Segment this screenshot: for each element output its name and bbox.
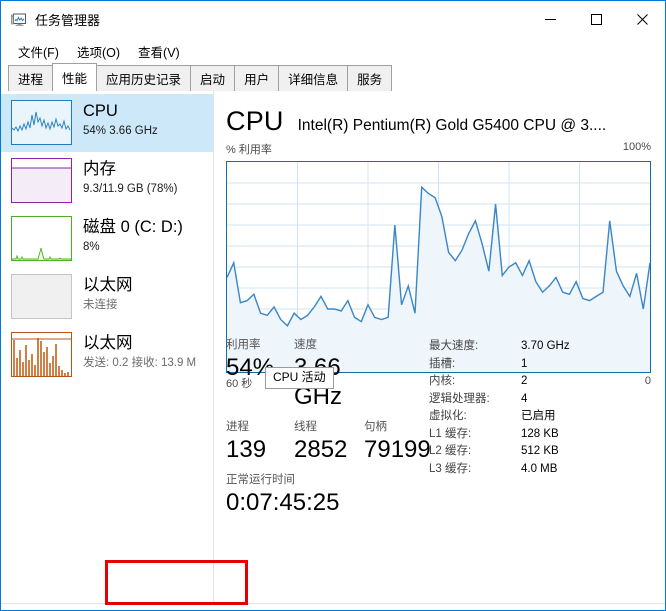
- menu-file[interactable]: 文件(F): [9, 40, 68, 63]
- tab-details[interactable]: 详细信息: [278, 65, 349, 91]
- footer-bar: 简略信息(D) 打开资源监视器: [1, 603, 665, 610]
- menu-options[interactable]: 选项(O): [68, 40, 129, 63]
- detail-value-virtualization: 已启用: [521, 410, 556, 422]
- cpu-model-name: Intel(R) Pentium(R) Gold G5400 CPU @ 3..…: [297, 117, 607, 134]
- stat-labels-row2: 进程 线程 句柄: [226, 420, 421, 435]
- label-uptime: 正常运行时间: [226, 474, 295, 486]
- stat-labels-row1: 利用率 速度: [226, 338, 421, 353]
- label-utilization: 利用率: [226, 339, 261, 351]
- sidebar-disk-texts: 磁盘 0 (C: D:) 8%: [83, 216, 183, 255]
- sidebar-cpu-title: CPU: [83, 102, 118, 120]
- value-processes: 139: [226, 436, 267, 463]
- detail-value-l2-cache: 512 KB: [521, 445, 559, 457]
- ethernet-active-thumbnail-graph: [11, 332, 72, 377]
- memory-thumbnail-graph: [11, 158, 72, 203]
- disk-thumbnail-graph: [11, 216, 72, 261]
- cpu-stats-details: 最大速度: 3.70 GHz 插槽: 1 内核: 2 逻辑处理器: 4 虚拟化:…: [421, 338, 655, 526]
- detail-value-l1-cache: 128 KB: [521, 427, 559, 440]
- detail-value-cores: 2: [521, 375, 528, 387]
- detail-row-l2-cache: L2 缓存: 512 KB: [429, 443, 655, 461]
- cpu-activity-tooltip: CPU 活动: [265, 367, 334, 389]
- detail-row-logical-processors: 逻辑处理器: 4: [429, 391, 655, 409]
- sidebar-item-cpu[interactable]: CPU 54% 3.66 GHz: [1, 94, 213, 152]
- sidebar-item-ethernet-disconnected[interactable]: 以太网 未连接: [1, 268, 213, 326]
- stat-values-row3: 0:07:45:25: [226, 488, 421, 517]
- maximize-button[interactable]: [573, 1, 619, 38]
- detail-key-l3-cache: L3 缓存:: [429, 462, 472, 475]
- stat-group-uptime: 正常运行时间 0:07:45:25: [226, 473, 421, 517]
- detail-key-logical-processors: 逻辑处理器:: [429, 392, 490, 405]
- sidebar-item-memory[interactable]: 内存 9.3/11.9 GB (78%): [1, 152, 213, 210]
- sidebar-cpu-sub: 54% 3.66 GHz: [83, 125, 158, 137]
- content-area: CPU 54% 3.66 GHz 内存 9.3/11.9 GB (78%) 磁盘…: [1, 91, 665, 603]
- task-manager-icon: [11, 12, 27, 28]
- detail-key-l2-cache: L2 缓存:: [429, 445, 472, 457]
- sidebar-ethernet1-title: 以太网: [83, 276, 133, 294]
- close-button[interactable]: [619, 1, 665, 38]
- detail-row-max-speed: 最大速度: 3.70 GHz: [429, 338, 655, 356]
- value-threads: 2852: [294, 436, 348, 463]
- detail-row-cores: 内核: 2: [429, 373, 655, 391]
- tab-users[interactable]: 用户: [234, 65, 280, 91]
- sidebar-disk-title: 磁盘 0 (C: D:): [83, 218, 183, 236]
- sidebar-item-disk-0[interactable]: 磁盘 0 (C: D:) 8%: [1, 210, 213, 268]
- sidebar-ethernet2-title: 以太网: [83, 334, 133, 352]
- detail-key-cores: 内核:: [429, 375, 456, 387]
- cpu-header: CPU Intel(R) Pentium(R) Gold G5400 CPU @…: [214, 91, 665, 137]
- page-title: CPU: [226, 106, 284, 136]
- detail-key-sockets: 插槽:: [429, 357, 456, 370]
- detail-key-virtualization: 虚拟化:: [429, 410, 467, 422]
- window-controls: [527, 1, 665, 38]
- detail-value-max-speed: 3.70 GHz: [521, 340, 570, 352]
- tab-services[interactable]: 服务: [347, 65, 393, 91]
- task-manager-window: 任务管理器 文件(F) 选项(O) 查看(V) 进程 性能 应用历史记录 启动 …: [0, 0, 666, 611]
- cpu-detail-panel: CPU Intel(R) Pentium(R) Gold G5400 CPU @…: [214, 91, 665, 603]
- tab-startup[interactable]: 启动: [190, 65, 236, 91]
- cpu-thumbnail-graph: [11, 100, 72, 145]
- sidebar-item-ethernet-active[interactable]: 以太网 发送: 0.2 接收: 13.9 M: [1, 326, 213, 384]
- label-speed: 速度: [294, 339, 317, 351]
- sidebar-cpu-texts: CPU 54% 3.66 GHz: [83, 100, 158, 139]
- menu-view[interactable]: 查看(V): [129, 40, 189, 63]
- performance-sidebar: CPU 54% 3.66 GHz 内存 9.3/11.9 GB (78%) 磁盘…: [1, 91, 214, 603]
- detail-row-sockets: 插槽: 1: [429, 356, 655, 374]
- menu-bar: 文件(F) 选项(O) 查看(V): [1, 39, 665, 63]
- sidebar-ethernet2-sub: 发送: 0.2 接收: 13.9 M: [83, 357, 197, 369]
- graph-axis-labels: % 利用率 100%: [214, 137, 665, 157]
- window-title: 任务管理器: [35, 12, 101, 28]
- ethernet-disconnected-thumbnail-graph: [11, 274, 72, 319]
- tab-strip: 进程 性能 应用历史记录 启动 用户 详细信息 服务: [1, 63, 665, 91]
- sidebar-ethernet1-texts: 以太网 未连接: [83, 274, 133, 313]
- detail-row-l1-cache: L1 缓存: 128 KB: [429, 426, 655, 444]
- sidebar-memory-title: 内存: [83, 160, 116, 178]
- detail-value-l3-cache: 4.0 MB: [521, 462, 558, 475]
- title-bar: 任务管理器: [1, 1, 665, 39]
- tab-processes[interactable]: 进程: [8, 65, 54, 91]
- sidebar-ethernet2-texts: 以太网 发送: 0.2 接收: 13.9 M: [83, 332, 196, 371]
- value-uptime: 0:07:45:25: [226, 489, 340, 516]
- label-processes: 进程: [226, 421, 249, 433]
- sidebar-ethernet1-sub: 未连接: [83, 299, 118, 311]
- detail-value-logical-processors: 4: [521, 392, 528, 405]
- detail-row-virtualization: 虚拟化: 已启用: [429, 408, 655, 426]
- tab-performance[interactable]: 性能: [52, 63, 98, 91]
- detail-value-sockets: 1: [521, 357, 528, 370]
- sidebar-memory-texts: 内存 9.3/11.9 GB (78%): [83, 158, 177, 197]
- sidebar-memory-sub: 9.3/11.9 GB (78%): [83, 183, 178, 195]
- y-axis-max: 100%: [622, 141, 651, 153]
- label-threads: 线程: [294, 421, 317, 433]
- tab-app-history[interactable]: 应用历史记录: [96, 65, 192, 91]
- y-axis-label: % 利用率: [226, 144, 272, 156]
- detail-row-l3-cache: L3 缓存: 4.0 MB: [429, 461, 655, 479]
- minimize-button[interactable]: [527, 1, 573, 38]
- stat-values-row2: 139 2852 79199: [226, 435, 431, 464]
- detail-key-max-speed: 最大速度:: [429, 340, 479, 352]
- stat-group-processes-threads-handles: 进程 线程 句柄 139 2852 79199: [226, 420, 431, 464]
- sidebar-disk-sub: 8%: [83, 241, 100, 253]
- detail-key-l1-cache: L1 缓存:: [429, 427, 472, 440]
- stat-labels-row3: 正常运行时间: [226, 473, 421, 488]
